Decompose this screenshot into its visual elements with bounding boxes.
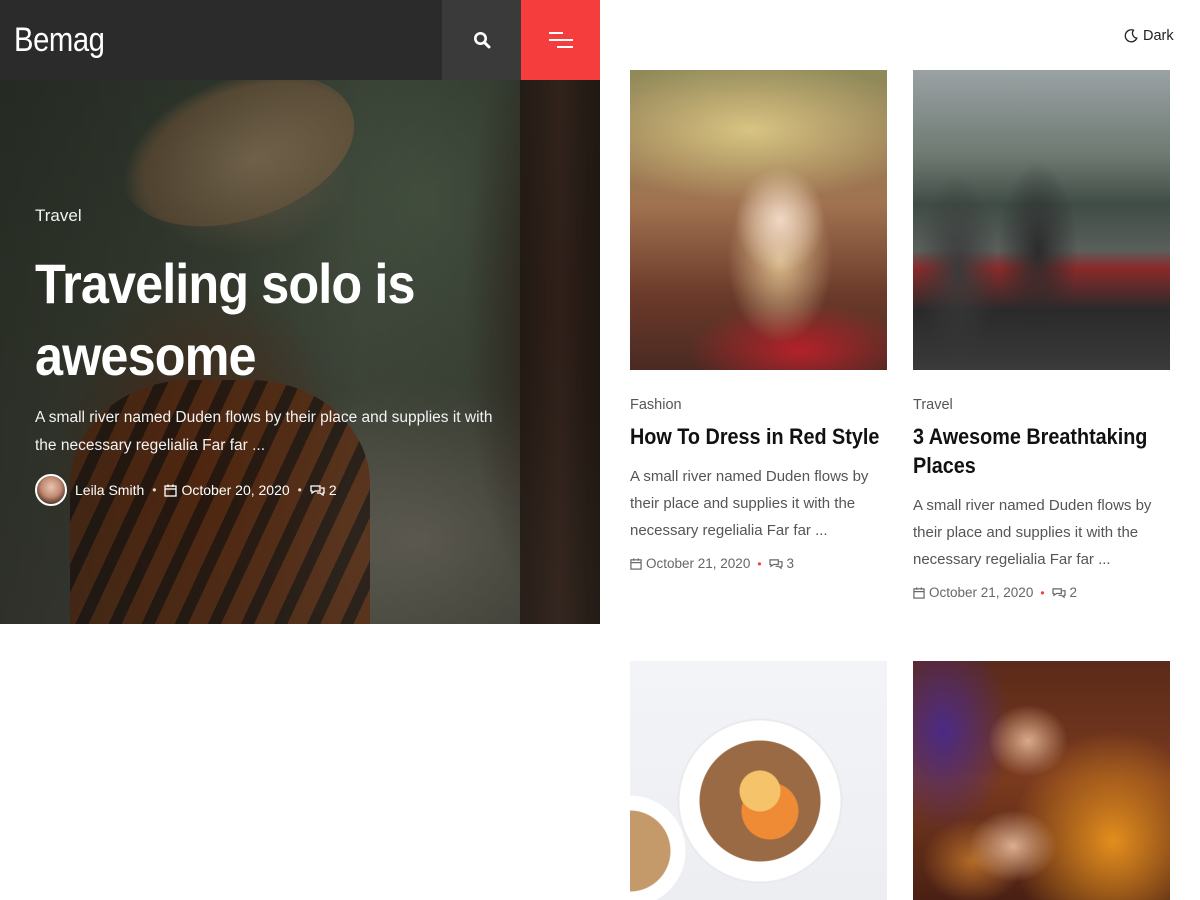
post-title[interactable]: 3 Awesome Breathtaking Places <box>913 422 1170 480</box>
post-category[interactable]: Travel <box>913 397 1170 413</box>
search-icon <box>473 32 490 49</box>
post-comment-count[interactable]: 3 <box>787 556 795 571</box>
post-date: October 21, 2020 <box>929 585 1034 600</box>
post-date: October 21, 2020 <box>646 556 751 571</box>
site-logo-text[interactable]: Bemag <box>14 0 105 80</box>
author-name[interactable]: Leila Smith <box>75 482 144 498</box>
post-excerpt: A small river named Duden flows by their… <box>913 497 1152 568</box>
post-meta: October 21, 2020 • 3 <box>630 556 887 571</box>
hero-date: October 20, 2020 <box>181 482 290 498</box>
post-image[interactable] <box>630 661 887 900</box>
post-image[interactable] <box>913 70 1170 370</box>
post-image[interactable] <box>913 661 1170 900</box>
post-title[interactable]: How To Dress in Red Style <box>630 422 887 451</box>
post-card: Fashion How To Dress in Red Style A smal… <box>630 70 887 571</box>
post-card <box>913 661 1170 900</box>
site-logo[interactable]: Bemag <box>0 0 442 80</box>
hero-title[interactable]: Traveling solo is awesome <box>35 248 539 392</box>
calendar-icon <box>913 586 925 599</box>
calendar-icon <box>630 557 642 570</box>
calendar-icon <box>164 484 178 497</box>
post-meta: October 21, 2020 • 2 <box>913 585 1170 600</box>
meta-separator: • <box>757 556 762 571</box>
post-comment-count[interactable]: 2 <box>1070 585 1078 600</box>
hero-category[interactable]: Travel <box>35 206 555 226</box>
menu-button[interactable] <box>521 0 600 80</box>
post-category[interactable]: Fashion <box>630 397 887 413</box>
post-card <box>630 661 887 900</box>
hero-section: Bemag Travel Traveling solo is awesome A… <box>0 0 600 624</box>
meta-separator: • <box>297 483 302 497</box>
search-button[interactable] <box>442 0 521 80</box>
meta-separator: • <box>1040 585 1045 600</box>
meta-separator: • <box>152 483 157 497</box>
post-excerpt: A small river named Duden flows by their… <box>630 468 869 539</box>
top-bar: Bemag <box>0 0 600 80</box>
hero-comment-count[interactable]: 2 <box>329 482 337 498</box>
comments-icon <box>1051 587 1066 598</box>
author-avatar[interactable] <box>35 474 67 506</box>
moon-icon <box>1124 29 1138 43</box>
hero-excerpt: A small river named Duden flows by their… <box>35 409 493 454</box>
post-image[interactable] <box>630 70 887 370</box>
hero-meta: Leila Smith • October 20, 2020 • 2 <box>35 474 555 506</box>
dark-mode-toggle[interactable]: Dark <box>1124 28 1174 44</box>
dark-mode-label[interactable]: Dark <box>1143 28 1174 44</box>
menu-icon <box>548 32 573 48</box>
post-card: Travel 3 Awesome Breathtaking Places A s… <box>913 70 1170 600</box>
hero-content: Travel Traveling solo is awesome A small… <box>35 206 555 506</box>
comments-icon <box>768 558 783 569</box>
comments-icon <box>310 484 325 496</box>
